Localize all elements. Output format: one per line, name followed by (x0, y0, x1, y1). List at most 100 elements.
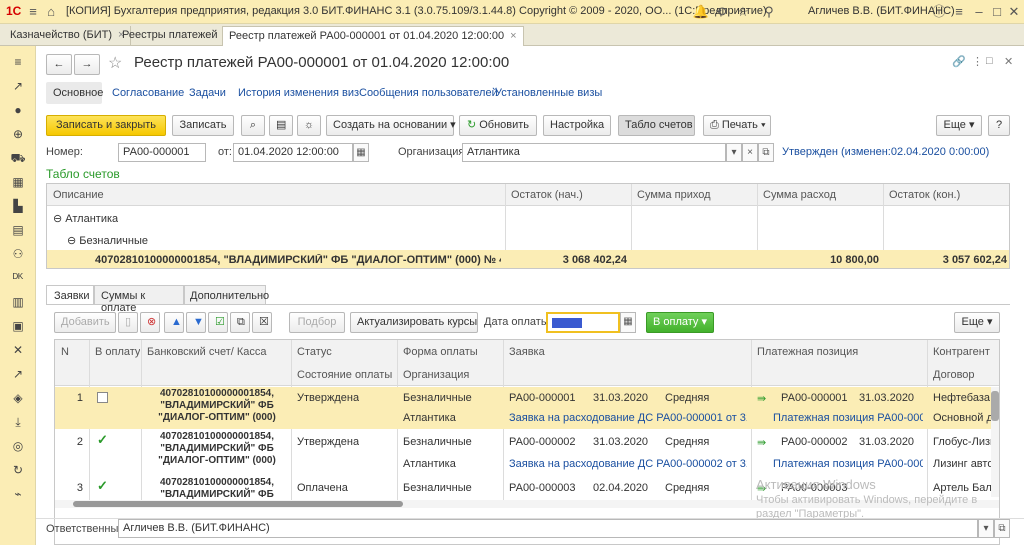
number-field[interactable]: РА00-000001 (118, 143, 206, 162)
more-icon[interactable]: ⋮ (972, 55, 983, 68)
calendar-icon[interactable]: ▦ (620, 312, 636, 333)
open-icon[interactable]: ⧉ (994, 519, 1010, 538)
more-button[interactable]: Еще ▾ (954, 312, 1000, 333)
clear-icon[interactable]: × (742, 143, 758, 162)
admin-icon[interactable]: ✕ (8, 342, 28, 358)
close-icon[interactable]: ✕ (1004, 55, 1013, 68)
uncheck-all-icon[interactable]: ⧉ (230, 312, 250, 333)
column-header[interactable]: Договор (933, 369, 975, 381)
column-header[interactable]: Сумма расход (763, 189, 836, 201)
analytics-icon[interactable]: ↗ (8, 366, 28, 382)
save-button[interactable]: Записать (172, 115, 234, 136)
date-field[interactable]: 01.04.2020 12:00:00 (233, 143, 353, 162)
group-row[interactable]: ⊖ Атлантика (53, 212, 118, 225)
tab-sums-to-pay[interactable]: Суммы к оплате (94, 285, 184, 314)
column-header[interactable]: Состояние оплаты (297, 369, 392, 381)
collapse-icon[interactable]: ⊖ (53, 213, 62, 225)
create-based-on-button[interactable]: Создать на основании ▾ (326, 115, 456, 136)
copy-icon[interactable]: ▯ (118, 312, 138, 333)
catalogs-icon[interactable]: ▣ (8, 318, 28, 334)
position-link[interactable]: Платежная позиция РА00-000... (773, 412, 923, 424)
tab-treasury[interactable]: Казначейство (БИТ) × (4, 26, 132, 46)
back-button[interactable]: ← (46, 54, 72, 75)
tab-requests[interactable]: Заявки (46, 285, 94, 305)
factory-icon[interactable]: ▙ (8, 198, 28, 214)
close-icon[interactable]: ✕ (1005, 3, 1023, 21)
checkmark-icon[interactable]: ✓ (97, 478, 108, 494)
attach-icon[interactable]: ⌕ (241, 115, 265, 136)
open-icon[interactable]: ⧉ (758, 143, 774, 162)
column-header[interactable]: Остаток (кон.) (889, 189, 960, 201)
assets-icon[interactable]: ▤ (8, 222, 28, 238)
minimize-icon[interactable]: – (970, 3, 988, 21)
subgroup-row[interactable]: ⊖ Безналичные (67, 234, 148, 247)
checkmark-icon[interactable]: ✓ (97, 432, 108, 448)
tab-registry-doc[interactable]: Реестр платежей РА00-000001 от 01.04.202… (222, 26, 524, 46)
refresh-button[interactable]: ↻ Обновить (459, 115, 537, 136)
organization-field[interactable]: Атлантика (462, 143, 726, 162)
subnav-tasks[interactable]: Задачи (189, 87, 226, 99)
maximize-icon[interactable]: □ (986, 55, 993, 67)
link-icon[interactable]: 🔗 (952, 55, 966, 68)
request-link[interactable]: Заявка на расходование ДС РА00-000002 от… (509, 458, 747, 470)
favorite-star-icon[interactable]: ☆ (108, 53, 122, 73)
column-header[interactable]: N (61, 346, 69, 358)
calendar-icon[interactable]: ▦ (353, 143, 369, 162)
column-header[interactable]: Форма оплаты (403, 346, 478, 358)
refresh-icon[interactable]: ↻ (8, 462, 28, 478)
column-header[interactable]: Организация (403, 369, 469, 381)
close-icon[interactable]: × (510, 30, 516, 42)
target-icon[interactable]: ◎ (8, 438, 28, 454)
add-button[interactable]: Добавить (54, 312, 116, 333)
vertical-scrollbar[interactable] (991, 387, 999, 497)
save-and-close-button[interactable]: Записать и закрыть (46, 115, 166, 136)
cart-icon[interactable]: ⛟ (8, 150, 28, 166)
subnav-set-visas[interactable]: Установленные визы (495, 87, 602, 99)
warehouse-icon[interactable]: ▦ (8, 174, 28, 190)
collapse-icon[interactable]: ⊖ (67, 235, 76, 247)
staff-icon[interactable]: ⚇ (8, 246, 28, 262)
selection-button[interactable]: Подбор (289, 312, 345, 333)
request-link[interactable]: Заявка на расходование ДС РА00-000001 от… (509, 412, 747, 424)
dropdown-icon[interactable]: ▾ (726, 143, 742, 162)
chart-icon[interactable]: ↗ (8, 78, 28, 94)
maximize-icon[interactable]: □ (988, 3, 1006, 21)
info-icon[interactable]: ⓘ (930, 3, 948, 21)
subnav-user-messages[interactable]: Сообщения пользователей (359, 87, 498, 99)
home-icon[interactable]: ⌂ (42, 3, 60, 21)
more-button[interactable]: Еще ▾ (936, 115, 982, 136)
search-icon[interactable]: ⚲ (760, 3, 778, 21)
column-header[interactable]: Сумма приход (637, 189, 711, 201)
position-link[interactable]: Платежная позиция РА00-000... (773, 458, 923, 470)
subnav-visa-history[interactable]: История изменения виз (238, 87, 359, 99)
bulb-icon[interactable]: ☼ (297, 115, 321, 136)
column-header[interactable]: Банковский счет/ Касса (147, 346, 267, 358)
bell-icon[interactable]: 🔔 (692, 3, 710, 21)
structure-icon[interactable]: ▤ (269, 115, 293, 136)
column-header[interactable]: Контрагент (933, 346, 990, 358)
delete-icon[interactable]: ⊗ (140, 312, 160, 333)
tab-additional[interactable]: Дополнительно (184, 285, 269, 305)
plug-icon[interactable]: ⌁ (8, 486, 28, 502)
subnav-main-tab[interactable]: Основное (46, 82, 103, 104)
move-down-icon[interactable]: ▼ (186, 312, 206, 333)
pay-date-field[interactable] (546, 312, 620, 333)
print-button[interactable]: ⎙ Печать ▾ (703, 115, 771, 136)
layers-icon[interactable]: ◈ (8, 390, 28, 406)
to-pay-button[interactable]: В оплату ▾ (646, 312, 714, 333)
column-header[interactable]: Статус (297, 346, 332, 358)
column-header[interactable]: Заявка (509, 346, 545, 358)
accounting-icon[interactable]: ᴰᴷ (8, 270, 28, 286)
toggle-icon[interactable]: ☒ (252, 312, 272, 333)
accounts-table-button[interactable]: Табло счетов (618, 115, 695, 136)
history-icon[interactable]: ⟲ (712, 3, 730, 21)
column-header[interactable]: Описание (53, 189, 104, 201)
star-icon[interactable]: ☆ (734, 3, 752, 21)
bank-icon[interactable]: ⊕ (8, 126, 28, 142)
to-pay-checkbox[interactable] (97, 392, 108, 406)
menu-icon[interactable]: ≡ (8, 54, 28, 70)
responsible-field[interactable]: Агличев В.В. (БИТ.ФИНАНС) (118, 519, 978, 538)
column-header[interactable]: В оплату (95, 346, 140, 358)
column-header[interactable]: Платежная позиция (757, 346, 858, 358)
dropdown-icon[interactable]: ▾ (978, 519, 994, 538)
